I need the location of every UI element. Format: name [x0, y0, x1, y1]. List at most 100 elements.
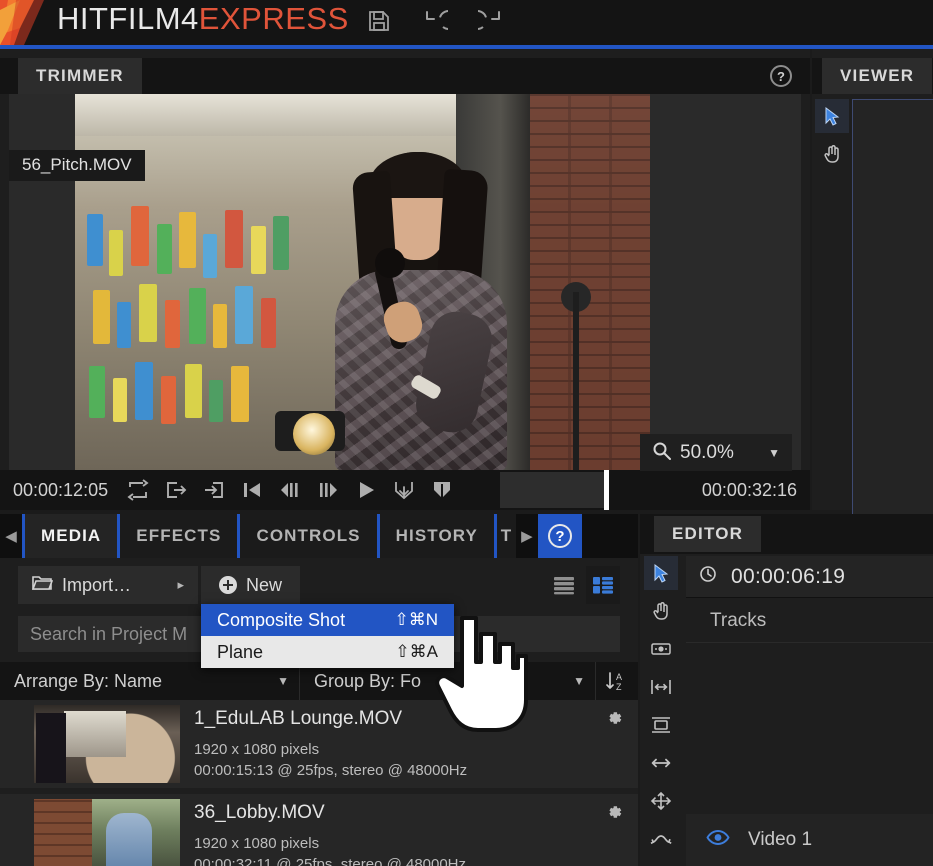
media-list[interactable]: 1_EduLAB Lounge.MOV 1920 x 1080 pixels 0… — [0, 700, 638, 866]
go-to-start-button[interactable] — [240, 478, 264, 502]
insert-button[interactable] — [392, 478, 416, 502]
track-name: Video 1 — [748, 829, 813, 850]
folder-icon — [31, 574, 54, 596]
tab-history[interactable]: HISTORY — [376, 514, 494, 558]
detail-view-button[interactable] — [586, 566, 620, 604]
hitfilm-logo-icon — [0, 0, 52, 45]
trimmer-stage[interactable]: 56_Pitch.MOV 50.0% ▼ — [9, 94, 801, 471]
svg-text:A: A — [616, 672, 622, 682]
plus-icon — [218, 576, 237, 594]
editor-timecode-bar: 00:00:06:19 — [686, 556, 933, 598]
media-resolution: 1920 x 1080 pixels — [194, 835, 320, 852]
hand-tool[interactable] — [815, 137, 849, 171]
tab-effects[interactable]: EFFECTS — [117, 514, 238, 558]
slide-tool[interactable] — [644, 670, 678, 704]
chevron-down-icon[interactable]: ▼ — [768, 446, 780, 460]
trim-tool[interactable] — [644, 746, 678, 780]
redo-icon[interactable] — [478, 8, 504, 34]
trimmer-clip-name: 56_Pitch.MOV — [9, 150, 145, 181]
view-toggle-group — [547, 566, 620, 604]
hand-tool[interactable] — [644, 594, 678, 628]
menu-item-label: Plane — [217, 641, 264, 662]
menu-item-plane[interactable]: Plane ⇧⌘A — [201, 636, 454, 668]
zoom-control[interactable]: 50.0% ▼ — [640, 434, 792, 471]
title-bar: HITFILM4EXPRESS — [0, 0, 933, 45]
chevron-right-icon[interactable]: ▸ — [177, 577, 184, 593]
media-details: 00:00:32:11 @ 25fps, stereo @ 48000Hz — [194, 855, 467, 866]
rate-stretch-tool[interactable] — [644, 822, 678, 856]
app-window: HITFILM4EXPRESS TRIMMER ? 56_Pitch.MOV 5… — [0, 0, 933, 866]
editor-panel: EDITOR 00:00:06:19 Tracks Video 1 — [640, 514, 933, 866]
gear-icon[interactable] — [604, 708, 624, 728]
new-dropdown-menu[interactable]: Composite Shot ⇧⌘N Plane ⇧⌘A — [201, 604, 454, 668]
import-button[interactable]: Import… ▸ — [18, 566, 198, 604]
help-icon[interactable]: ? — [770, 65, 792, 87]
brand-express: EXPRESS — [198, 1, 349, 36]
media-details: 00:00:15:13 @ 25fps, stereo @ 48000Hz — [194, 761, 468, 779]
import-in-button[interactable] — [202, 478, 226, 502]
tab-media[interactable]: MEDIA — [22, 514, 118, 558]
editor-tool-rail — [644, 556, 678, 860]
list-item[interactable]: 1_EduLAB Lounge.MOV 1920 x 1080 pixels 0… — [0, 700, 638, 788]
tab-truncated[interactable]: T — [493, 514, 516, 558]
menu-item-shortcut: ⇧⌘N — [394, 610, 438, 629]
undo-icon[interactable] — [422, 8, 448, 34]
trimmer-tab-bar: TRIMMER ? — [0, 58, 810, 94]
chevron-down-icon[interactable]: ▼ — [561, 674, 585, 688]
thumbnail — [34, 799, 180, 866]
viewer-canvas[interactable] — [852, 99, 933, 518]
sort-order-button[interactable]: A Z — [596, 662, 638, 700]
tabs-scroll-left-icon[interactable]: ◀ — [0, 514, 22, 558]
list-item[interactable]: 36_Lobby.MOV 1920 x 1080 pixels 00:00:32… — [0, 794, 638, 866]
media-resolution: 1920 x 1080 pixels — [194, 741, 320, 758]
trimmer-timecode-in: 00:00:12:05 — [13, 479, 109, 500]
export-out-button[interactable] — [164, 478, 188, 502]
thumbnail — [34, 705, 180, 783]
trimmer-panel: TRIMMER ? 56_Pitch.MOV 50.0% ▼ 00:00:12:… — [0, 49, 810, 510]
stage-light — [275, 407, 361, 469]
trimmer-timecode-out: 00:00:32:16 — [701, 479, 797, 500]
select-tool[interactable] — [644, 556, 678, 590]
playhead[interactable] — [604, 470, 610, 510]
list-view-button[interactable] — [547, 566, 581, 604]
gear-icon[interactable] — [604, 802, 624, 822]
trim-range[interactable] — [500, 472, 606, 508]
step-forward-button[interactable] — [316, 478, 340, 502]
magnifier-icon — [652, 441, 671, 465]
play-button[interactable] — [354, 478, 378, 502]
import-label: Import… — [62, 574, 132, 595]
menu-item-composite-shot[interactable]: Composite Shot ⇧⌘N — [201, 604, 454, 636]
viewer-tool-rail — [815, 99, 849, 175]
media-title: 36_Lobby.MOV — [194, 802, 325, 823]
ripple-tool[interactable] — [644, 708, 678, 742]
clock-icon — [699, 565, 717, 588]
arrange-by-label: Arrange By: Name — [14, 670, 163, 691]
tabs-scroll-right-icon[interactable]: ▶ — [516, 514, 538, 558]
menu-item-label: Composite Shot — [217, 609, 346, 630]
tab-controls[interactable]: CONTROLS — [237, 514, 377, 558]
tab-viewer[interactable]: VIEWER — [822, 58, 933, 94]
select-tool[interactable] — [815, 99, 849, 133]
move-tool[interactable] — [644, 784, 678, 818]
editor-timecode: 00:00:06:19 — [731, 564, 846, 588]
new-label: New — [245, 574, 282, 595]
trimmer-transport: 00:00:12:05 00:00:32:16 — [0, 470, 810, 510]
slip-tool[interactable] — [644, 632, 678, 666]
eye-icon[interactable] — [706, 829, 730, 851]
step-back-button[interactable] — [278, 478, 302, 502]
save-icon[interactable] — [366, 8, 392, 34]
chevron-down-icon[interactable]: ▼ — [265, 674, 289, 688]
media-help-button[interactable]: ? — [537, 514, 582, 558]
trimmer-scrubber[interactable] — [478, 470, 702, 510]
tab-editor[interactable]: EDITOR — [654, 516, 762, 552]
media-panel: ◀ MEDIA EFFECTS CONTROLS HISTORY T ▶ ? I… — [0, 514, 638, 866]
loop-button[interactable] — [126, 478, 150, 502]
new-button[interactable]: New — [201, 566, 300, 604]
tab-trimmer[interactable]: TRIMMER — [18, 58, 142, 94]
overwrite-button[interactable] — [430, 478, 454, 502]
media-tab-bar: ◀ MEDIA EFFECTS CONTROLS HISTORY T ▶ ? — [0, 514, 638, 558]
transport-buttons — [126, 478, 454, 502]
viewer-tab-bar: VIEWER — [812, 58, 933, 94]
trimmer-video-frame — [75, 94, 650, 471]
track-row-video-1[interactable]: Video 1 — [686, 814, 933, 866]
